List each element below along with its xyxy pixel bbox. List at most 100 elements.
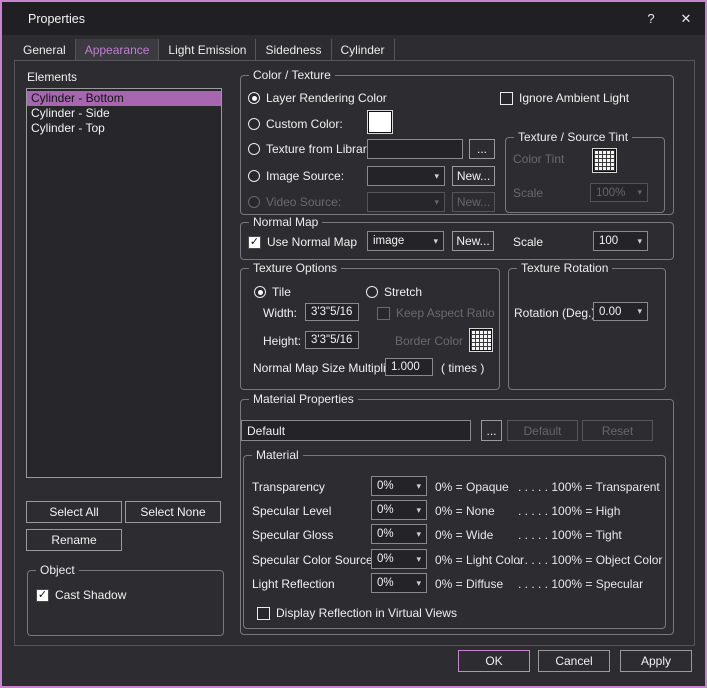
texture-from-library-label: Texture from Library: [266, 142, 376, 156]
checkbox-icon [257, 607, 270, 620]
rotation-dropdown[interactable]: 0.00 ▾ [593, 302, 648, 321]
window-title: Properties [28, 2, 85, 35]
image-source-dropdown[interactable]: ▾ [367, 166, 445, 186]
image-source-label: Image Source: [266, 169, 344, 183]
radio-icon [248, 143, 260, 155]
row-desc-right: . . . . . 100% = Object Color [518, 553, 662, 567]
texture-rotation-group: Texture Rotation [508, 268, 666, 390]
material-default-button: Default [507, 420, 578, 441]
stretch-radio[interactable]: Stretch [366, 283, 422, 301]
apply-button[interactable]: Apply [620, 650, 692, 672]
list-item[interactable]: Cylinder - Top [27, 121, 221, 136]
tile-radio[interactable]: Tile [254, 283, 291, 301]
radio-selected-icon [248, 92, 260, 104]
normal-map-size-multiplier-label: Normal Map Size Multiplier [253, 361, 396, 375]
height-input[interactable]: 3'3"5/16 [305, 331, 359, 349]
use-normal-map-checkbox[interactable]: ✓ Use Normal Map [248, 233, 357, 251]
texture-from-library-radio[interactable]: Texture from Library: [248, 140, 376, 158]
checkmark-icon: ✓ [248, 236, 261, 249]
radio-icon [248, 170, 260, 182]
chevron-down-icon: ▾ [637, 187, 642, 198]
radio-icon [248, 196, 260, 208]
library-browse-button[interactable]: ... [469, 139, 495, 159]
border-color-swatch[interactable] [470, 329, 492, 351]
normal-map-group-label: Normal Map [249, 215, 322, 229]
tab-sidedness[interactable]: Sidedness [256, 39, 331, 61]
material-browse-button[interactable]: ... [481, 420, 502, 441]
new-normal-map-button[interactable]: New... [452, 231, 494, 251]
checkmark-icon: ✓ [36, 589, 49, 602]
title-bar: Properties ? ✕ [2, 2, 705, 35]
normal-map-size-multiplier-input[interactable]: 1.000 [385, 358, 433, 376]
radio-selected-icon [254, 286, 266, 298]
texture-options-group-label: Texture Options [249, 261, 341, 275]
row-desc-right: . . . . . 100% = Transparent [518, 480, 660, 494]
ignore-ambient-light-checkbox[interactable]: Ignore Ambient Light [500, 89, 629, 107]
light-reflection-value: 0% [377, 577, 394, 589]
help-icon[interactable]: ? [641, 2, 661, 35]
texture-rotation-group-label: Texture Rotation [517, 261, 612, 275]
ok-button[interactable]: OK [458, 650, 530, 672]
list-item[interactable]: Cylinder - Bottom [27, 91, 221, 106]
tab-light-emission[interactable]: Light Emission [159, 39, 256, 61]
row-desc-left: 0% = Diffuse [435, 577, 503, 591]
cast-shadow-checkbox[interactable]: ✓ Cast Shadow [36, 586, 126, 604]
custom-color-radio[interactable]: Custom Color: [248, 115, 343, 133]
select-none-button[interactable]: Select None [125, 501, 221, 523]
width-input[interactable]: 3'3"5/16 [305, 303, 359, 321]
row-desc-right: . . . . . 100% = Tight [518, 528, 622, 542]
height-label: Height: [263, 334, 301, 348]
layer-rendering-color-radio[interactable]: Layer Rendering Color [248, 89, 387, 107]
normal-map-scale-value: 100 [599, 235, 618, 247]
properties-dialog: Properties ? ✕ General Appearance Light … [0, 0, 707, 688]
specular-color-source-dropdown[interactable]: 0% ▾ [371, 549, 427, 569]
radio-icon [366, 286, 378, 298]
select-all-button[interactable]: Select All [26, 501, 122, 523]
close-icon[interactable]: ✕ [676, 2, 696, 35]
layer-rendering-color-label: Layer Rendering Color [266, 91, 387, 105]
elements-list[interactable]: Cylinder - Bottom Cylinder - Side Cylind… [26, 88, 222, 478]
chevron-down-icon: ▾ [416, 481, 421, 492]
texture-source-tint-label: Texture / Source Tint [514, 130, 632, 144]
material-row: Specular Level 0% ▾ 0% = None . . . . . … [252, 500, 660, 520]
cancel-button[interactable]: Cancel [538, 650, 610, 672]
transparency-dropdown[interactable]: 0% ▾ [371, 476, 427, 496]
display-reflection-checkbox[interactable]: Display Reflection in Virtual Views [257, 604, 457, 622]
library-texture-input[interactable] [367, 139, 463, 159]
cast-shadow-label: Cast Shadow [55, 588, 126, 602]
width-label: Width: [263, 306, 297, 320]
border-color-label: Border Color [395, 334, 463, 348]
chevron-down-icon: ▾ [637, 306, 642, 317]
keep-aspect-ratio-checkbox: Keep Aspect Ratio [377, 304, 495, 322]
new-image-button[interactable]: New... [452, 166, 495, 186]
material-row: Light Reflection 0% ▾ 0% = Diffuse . . .… [252, 573, 660, 593]
material-properties-group-label: Material Properties [249, 392, 358, 406]
specular-level-dropdown[interactable]: 0% ▾ [371, 500, 427, 520]
color-tint-swatch[interactable] [593, 149, 616, 172]
normal-map-scale-label: Scale [513, 235, 543, 249]
specular-level-label: Specular Level [252, 504, 331, 518]
specular-color-source-value: 0% [377, 553, 394, 565]
chevron-down-icon: ▾ [416, 505, 421, 516]
tab-general[interactable]: General [14, 39, 76, 61]
normal-map-scale-dropdown[interactable]: 100 ▾ [593, 231, 648, 251]
color-tint-label: Color Tint [513, 152, 564, 166]
specular-gloss-label: Specular Gloss [252, 528, 333, 542]
material-row: Transparency 0% ▾ 0% = Opaque . . . . . … [252, 476, 660, 496]
light-reflection-dropdown[interactable]: 0% ▾ [371, 573, 427, 593]
specular-gloss-dropdown[interactable]: 0% ▾ [371, 524, 427, 544]
checkbox-icon [500, 92, 513, 105]
image-source-radio[interactable]: Image Source: [248, 167, 344, 185]
list-item[interactable]: Cylinder - Side [27, 106, 221, 121]
tab-appearance[interactable]: Appearance [76, 39, 160, 61]
tab-cylinder[interactable]: Cylinder [332, 39, 395, 61]
material-name-input[interactable]: Default [241, 420, 471, 441]
ignore-ambient-light-label: Ignore Ambient Light [519, 91, 629, 105]
rotation-deg-label: Rotation (Deg.) [514, 306, 595, 320]
tint-scale-label: Scale [513, 186, 543, 200]
custom-color-swatch[interactable] [368, 111, 392, 133]
normal-map-source-dropdown[interactable]: image ▾ [367, 231, 444, 251]
rename-button[interactable]: Rename [26, 529, 122, 551]
video-source-dropdown: ▾ [367, 192, 445, 212]
material-reset-button: Reset [582, 420, 653, 441]
